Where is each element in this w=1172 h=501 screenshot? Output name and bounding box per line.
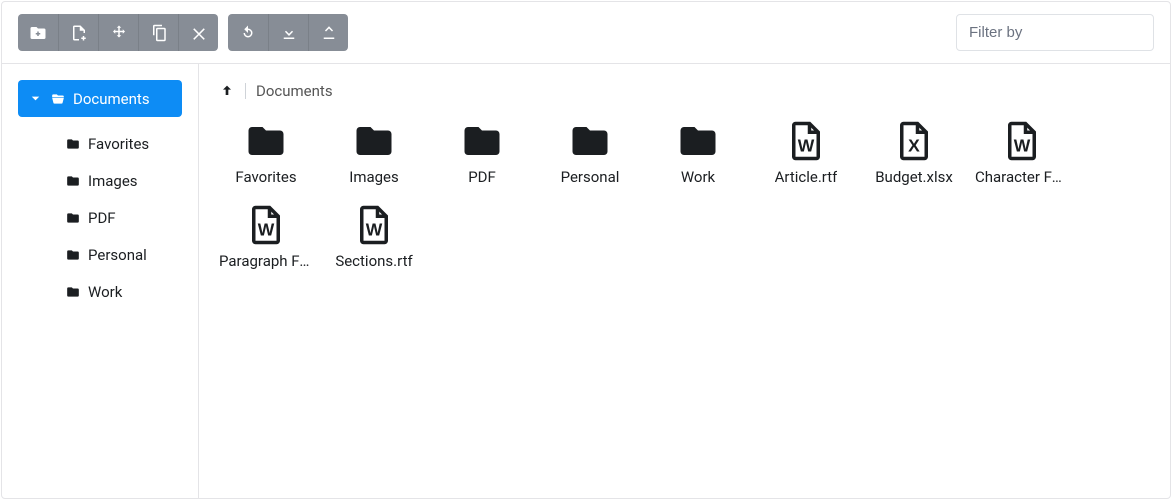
item-label: Images [349,168,399,186]
svg-text:W: W [798,136,815,156]
folder-icon [353,120,395,162]
svg-text:W: W [258,220,275,240]
tree-item[interactable]: Images [18,162,182,199]
item-label: PDF [468,168,496,186]
item-label: Paragraph Formatting.rtf [219,252,313,270]
folder-icon [569,120,611,162]
delete-icon [190,24,208,42]
file-item[interactable]: W Article.rtf [759,120,853,186]
svg-text:W: W [366,220,383,240]
new-file-button[interactable] [58,14,98,51]
new-folder-icon [29,24,47,42]
tree-item[interactable]: Personal [18,236,182,273]
document-icon: W [1001,120,1043,162]
folder-item[interactable]: Personal [543,120,637,186]
toolbar-group-transfer [228,14,348,51]
toolbar-group-file [18,14,218,51]
upload-icon [320,24,338,42]
download-button[interactable] [268,14,308,51]
tree-children: Favorites Images PDF Personal Work [18,125,182,310]
svg-text:W: W [1014,136,1031,156]
filter-input[interactable] [956,14,1154,51]
folder-item[interactable]: Images [327,120,421,186]
svg-text:X: X [908,136,920,156]
sidebar: Documents Favorites Images PDF Personal Work [2,64,199,498]
up-arrow-icon [219,83,235,99]
item-label: Favorites [235,168,296,186]
breadcrumb: Documents [219,78,1150,104]
move-button[interactable] [98,14,138,51]
delete-button[interactable] [178,14,218,51]
item-label: Personal [561,168,620,186]
file-grid: Favorites Images PDF Personal Work W Article.r… [219,120,1150,270]
main-panel: Documents Favorites Images PDF Personal Work… [199,64,1170,498]
tree-item-label: Work [88,283,122,301]
file-item[interactable]: X Budget.xlsx [867,120,961,186]
tree-item-label: Images [88,172,138,190]
item-label: Sections.rtf [335,252,412,270]
folder-icon [65,285,81,299]
toolbar [2,2,1170,64]
tree-root-documents[interactable]: Documents [18,80,182,117]
tree-root-label: Documents [73,90,150,108]
item-label: Character Formatting.rtf [975,168,1069,186]
tree-item-label: Favorites [88,135,149,153]
file-item[interactable]: W Sections.rtf [327,204,421,270]
file-item[interactable]: W Character Formatting.rtf [975,120,1069,186]
document-icon: W [245,204,287,246]
upload-button[interactable] [308,14,348,51]
item-label: Budget.xlsx [875,168,953,186]
file-item[interactable]: W Paragraph Formatting.rtf [219,204,313,270]
refresh-icon [239,24,257,42]
document-icon: W [353,204,395,246]
document-icon: X [893,120,935,162]
folder-icon [245,120,287,162]
move-icon [110,24,128,42]
document-icon: W [785,120,827,162]
folder-item[interactable]: PDF [435,120,529,186]
folder-open-icon [50,92,66,106]
folder-item[interactable]: Favorites [219,120,313,186]
breadcrumb-up-button[interactable] [219,83,246,99]
item-label: Work [681,168,715,186]
copy-button[interactable] [138,14,178,51]
tree-item[interactable]: Work [18,273,182,310]
new-folder-button[interactable] [18,14,58,51]
download-icon [280,24,298,42]
folder-icon [65,137,81,151]
folder-icon [65,174,81,188]
tree-item-label: Personal [88,246,147,264]
folder-icon [461,120,503,162]
chevron-down-icon [28,91,43,106]
folder-icon [65,211,81,225]
tree-item[interactable]: Favorites [18,125,182,162]
breadcrumb-current: Documents [256,82,333,100]
copy-icon [150,24,168,42]
folder-item[interactable]: Work [651,120,745,186]
folder-icon [677,120,719,162]
tree-item[interactable]: PDF [18,199,182,236]
new-file-icon [70,24,88,42]
folder-icon [65,248,81,262]
item-label: Article.rtf [775,168,838,186]
tree-item-label: PDF [88,209,116,227]
refresh-button[interactable] [228,14,268,51]
